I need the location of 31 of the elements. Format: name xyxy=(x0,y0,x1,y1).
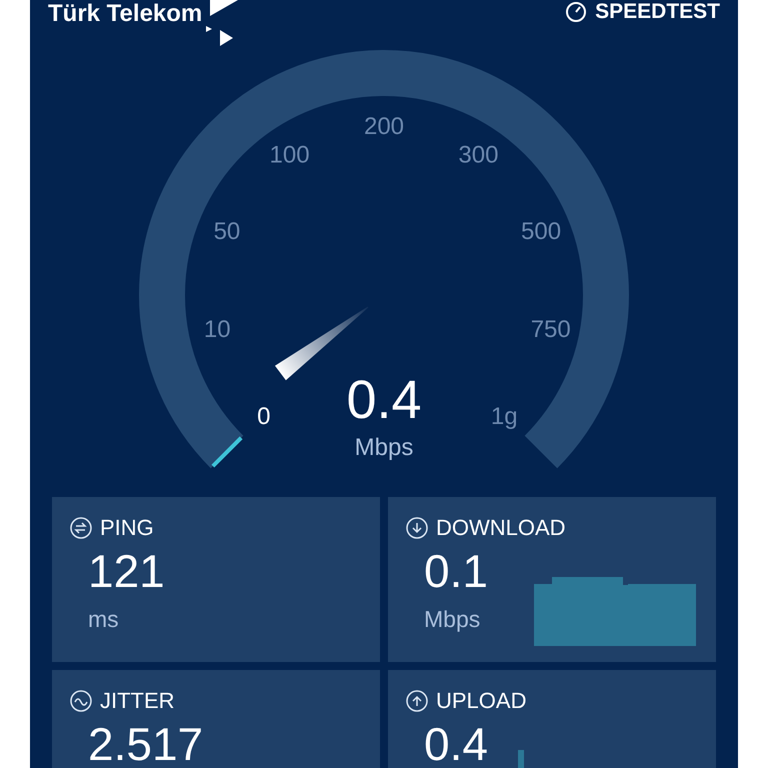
scale-label: 500 xyxy=(521,218,562,245)
metric-label: DOWNLOAD xyxy=(436,514,566,542)
brand-name: Türk Telekom xyxy=(48,0,202,28)
metric-unit: Mbps xyxy=(423,605,480,634)
scale-label: 750 xyxy=(530,316,571,344)
upload-graph xyxy=(518,750,524,768)
scale-label: 300 xyxy=(458,142,498,169)
metric-unit: ms xyxy=(87,605,119,634)
metric-label: UPLOAD xyxy=(436,687,526,715)
wave-icon xyxy=(70,690,92,712)
scale-label: 50 xyxy=(214,218,240,245)
scale-label: 10 xyxy=(204,316,231,344)
scale-label: 1g xyxy=(490,403,518,430)
upload-icon xyxy=(406,690,428,712)
metric-label: JITTER xyxy=(100,687,175,715)
gauge-fill xyxy=(211,436,243,468)
logo-triangle-icon xyxy=(210,0,238,16)
speedometer-icon xyxy=(565,0,588,23)
download-icon xyxy=(406,516,428,538)
scale-label: 200 xyxy=(364,113,404,140)
metric-value: 2.517 xyxy=(87,719,204,768)
speed-unit: Mbps xyxy=(354,433,414,463)
metric-value: 0.4 xyxy=(423,719,488,768)
metric-value: 0.1 xyxy=(423,546,488,596)
scale-label: 0 xyxy=(257,403,270,430)
speed-value: 0.4 xyxy=(346,370,422,430)
metric-value: 121 xyxy=(87,546,165,596)
metric-label: PING xyxy=(100,514,154,542)
ping-icon xyxy=(70,516,92,538)
app-name: SPEEDTEST xyxy=(595,0,720,25)
scale-label: 100 xyxy=(270,142,310,169)
